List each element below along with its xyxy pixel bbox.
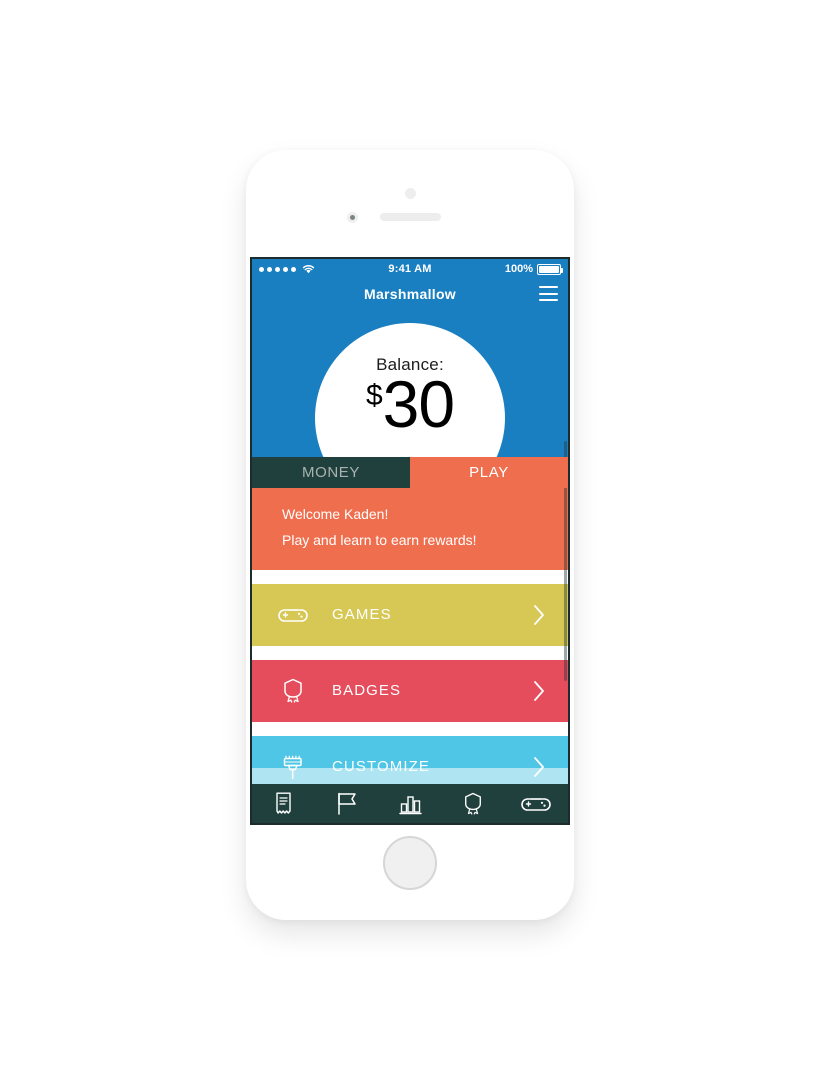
- bottom-nav-badges[interactable]: [442, 792, 505, 816]
- proximity-sensor-icon: [405, 188, 416, 199]
- tab-play-label: PLAY: [469, 464, 509, 481]
- chevron-right-icon: [533, 680, 546, 702]
- signal-dot-icon: [259, 266, 264, 272]
- paintbrush-icon: [276, 754, 310, 780]
- hamburger-menu-icon[interactable]: [539, 286, 558, 301]
- home-button[interactable]: [383, 836, 437, 890]
- welcome-greeting: Welcome Kaden!: [282, 506, 389, 522]
- balance-value: 30: [382, 367, 455, 441]
- battery-percent-label: 100%: [504, 263, 533, 275]
- signal-dot-icon: [291, 266, 296, 272]
- chevron-right-icon: [533, 756, 546, 778]
- menu-row-badges-label: BADGES: [332, 682, 402, 700]
- welcome-subtitle: Play and learn to earn rewards!: [282, 531, 477, 548]
- menu-row-customize-label: CUSTOMIZE: [332, 758, 430, 776]
- menu-row-games-label: GAMES: [332, 606, 392, 624]
- status-bar-signal: [259, 264, 315, 274]
- gamepad-icon: [521, 795, 552, 813]
- badge-icon: [276, 678, 310, 704]
- balance-circle: Balance: $30: [315, 323, 505, 457]
- signal-dot-icon: [267, 266, 272, 272]
- status-bar: 9:41 AM 100%: [252, 259, 568, 279]
- bottom-nav-receipt[interactable]: [252, 792, 315, 815]
- chevron-right-icon: [533, 604, 546, 626]
- menu-list: GAMES BADGES CUSTOMIZE: [252, 569, 568, 798]
- signal-dot-icon: [275, 266, 280, 272]
- phone-screen: 9:41 AM 100% Marshmallow Balance: $30 MO…: [250, 257, 570, 825]
- signal-dot-icon: [283, 266, 288, 272]
- wifi-icon: [302, 264, 315, 274]
- receipt-icon: [275, 792, 292, 815]
- flag-icon: [336, 792, 357, 815]
- battery-icon: [537, 263, 563, 275]
- tab-money-label: MONEY: [301, 464, 360, 481]
- badge-icon: [463, 792, 483, 816]
- app-title: Marshmallow: [364, 286, 456, 302]
- menu-row-badges[interactable]: BADGES: [252, 659, 568, 722]
- currency-symbol: $: [365, 379, 383, 412]
- bottom-nav-games[interactable]: [505, 795, 568, 813]
- front-camera-icon: [347, 212, 358, 223]
- status-bar-battery: 100%: [504, 263, 563, 275]
- gamepad-icon: [276, 606, 310, 624]
- bottom-nav-stats[interactable]: [378, 793, 441, 815]
- welcome-panel: Welcome Kaden! Play and learn to earn re…: [252, 488, 568, 570]
- tab-play[interactable]: PLAY: [410, 457, 568, 488]
- balance-hero: Balance: $30: [252, 309, 568, 457]
- app-navigation-bar: Marshmallow: [252, 279, 568, 309]
- menu-row-games[interactable]: GAMES: [252, 583, 568, 646]
- screenshot-canvas: 9:41 AM 100% Marshmallow Balance: $30 MO…: [0, 0, 817, 1080]
- bottom-nav-flag[interactable]: [315, 792, 378, 815]
- bar-chart-icon: [398, 793, 422, 815]
- section-tabs: MONEY PLAY: [252, 457, 568, 488]
- bottom-navigation-bar: [252, 784, 568, 823]
- balance-amount: $30: [315, 371, 505, 437]
- speaker-grill: [380, 213, 441, 221]
- tab-money[interactable]: MONEY: [252, 457, 410, 488]
